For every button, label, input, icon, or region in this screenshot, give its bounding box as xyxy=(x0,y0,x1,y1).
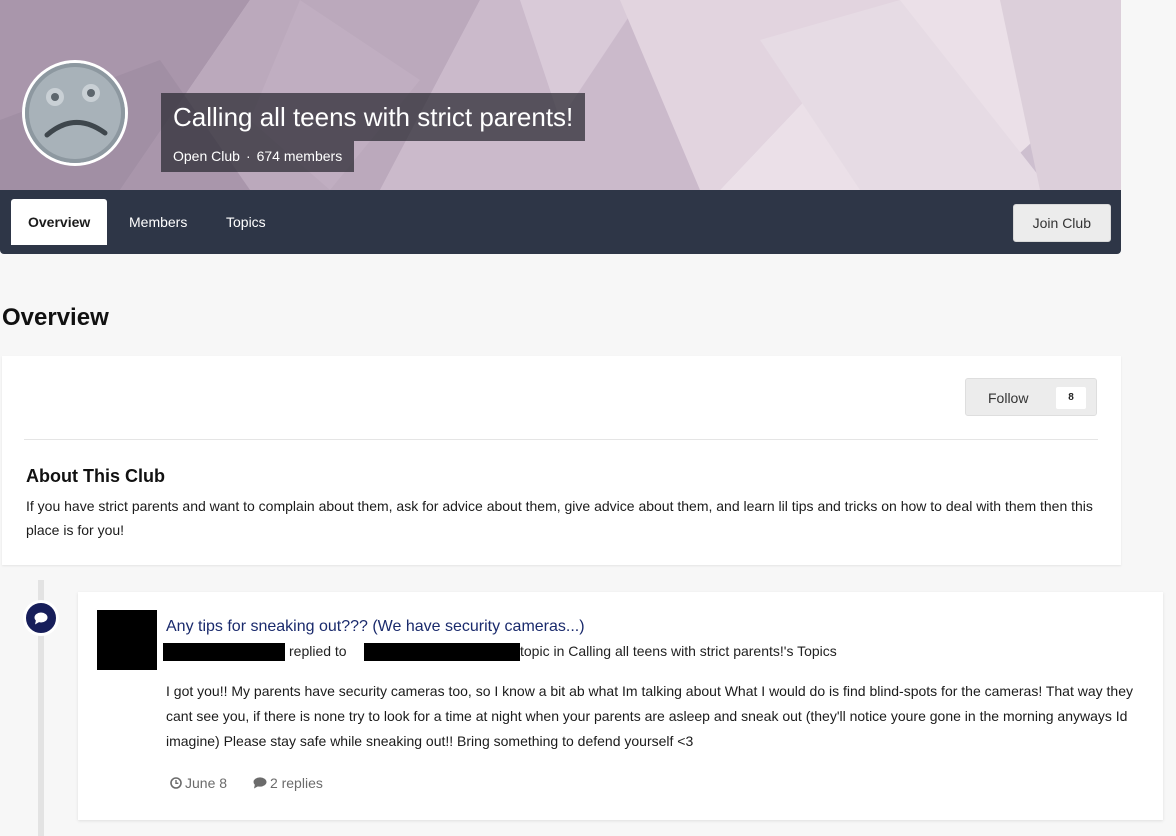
user-avatar[interactable] xyxy=(97,610,157,670)
tab-topics[interactable]: Topics xyxy=(226,199,266,245)
replied-to-text: replied to xyxy=(289,643,347,659)
redacted-author[interactable] xyxy=(364,643,520,661)
member-count: 674 members xyxy=(256,148,343,164)
post-replies-text: 2 replies xyxy=(269,775,323,791)
club-navbar: Overview Members Topics Join Club xyxy=(0,190,1121,254)
post-footer: June 8 2 replies xyxy=(170,775,345,791)
page-title: Overview xyxy=(2,304,109,331)
about-title: About This Club xyxy=(26,466,165,486)
activity-meta: replied to topic in Calling all teens wi… xyxy=(163,641,1063,663)
club-avatar xyxy=(22,60,128,166)
separator-dot: · xyxy=(245,148,251,164)
follow-count-badge: 8 xyxy=(1056,387,1086,409)
divider xyxy=(24,439,1098,440)
redacted-username[interactable] xyxy=(163,643,285,661)
overview-card: Follow 8 About This Club If you have str… xyxy=(2,356,1121,565)
join-club-button[interactable]: Join Club xyxy=(1012,204,1111,242)
topic-title-link[interactable]: Any tips for sneaking out??? (We have se… xyxy=(166,618,585,636)
club-title: Calling all teens with strict parents! xyxy=(161,93,586,141)
club-type: Open Club xyxy=(173,148,240,164)
about-text: If you have strict parents and want to c… xyxy=(26,498,1093,538)
club-subtitle: Open Club · 674 members xyxy=(161,141,355,172)
comment-icon xyxy=(253,777,267,789)
clock-icon xyxy=(170,777,182,789)
comment-icon xyxy=(34,612,48,625)
post-replies[interactable]: 2 replies xyxy=(253,775,323,791)
stream-type-badge xyxy=(23,600,59,636)
topic-location-text: topic in Calling all teens with strict p… xyxy=(520,643,837,659)
activity-item: Any tips for sneaking out??? (We have se… xyxy=(78,592,1163,820)
sad-face-icon xyxy=(25,63,125,163)
club-header: Calling all teens with strict parents! O… xyxy=(0,0,1121,254)
follow-label: Follow xyxy=(988,390,1029,406)
tab-members[interactable]: Members xyxy=(129,199,187,245)
post-date[interactable]: June 8 xyxy=(170,775,227,791)
post-body: I got you!! My parents have security cam… xyxy=(166,683,1133,749)
follow-button[interactable]: Follow 8 xyxy=(965,378,1097,416)
tab-overview[interactable]: Overview xyxy=(11,199,108,245)
post-date-text: June 8 xyxy=(185,775,228,791)
